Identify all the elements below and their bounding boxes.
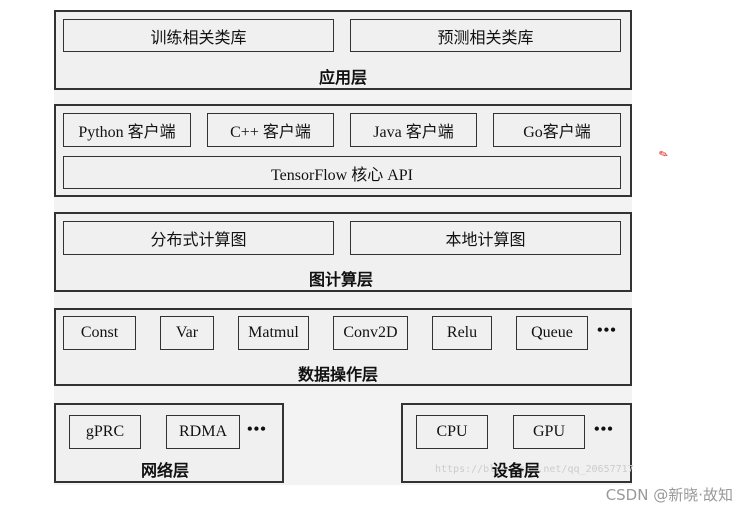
distributed-graph-box: 分布式计算图 [63,221,334,255]
java-client-box: Java 客户端 [350,113,477,147]
more-devices-ellipsis: ••• [594,421,614,438]
graph-layer-label: 图计算层 [308,272,374,289]
local-graph-box: 本地计算图 [350,221,621,255]
csdn-credit: CSDN @新晓·故知 [605,486,733,504]
cpu-box: CPU [416,415,488,449]
core-api-box: TensorFlow 核心 API [63,156,621,189]
relu-op-box: Relu [432,316,492,350]
queue-op-box: Queue [516,316,588,350]
conv2d-op-box: Conv2D [333,316,408,350]
more-network-ellipsis: ••• [247,421,267,438]
tensorflow-architecture-diagram: 训练相关类库 预测相关类库 应用层 Python 客户端 C++ 客户端 Jav… [0,0,747,513]
cpp-client-box: C++ 客户端 [207,113,334,147]
pen-cursor-icon: ✎ [657,147,671,163]
prediction-library-box: 预测相关类库 [350,19,621,52]
rdma-box: RDMA [166,415,240,449]
go-client-box: Go客户端 [493,113,621,147]
network-layer-label: 网络层 [140,463,190,480]
matmul-op-box: Matmul [238,316,309,350]
application-layer-label: 应用层 [318,70,368,87]
const-op-box: Const [63,316,136,350]
device-layer-label: 设备层 [491,463,541,480]
data-op-layer-label: 数据操作层 [297,367,379,384]
gpu-box: GPU [513,415,585,449]
grpc-box: gPRC [69,415,141,449]
python-client-box: Python 客户端 [63,113,191,147]
var-op-box: Var [160,316,214,350]
more-ops-ellipsis: ••• [597,322,617,339]
training-library-box: 训练相关类库 [63,19,334,52]
